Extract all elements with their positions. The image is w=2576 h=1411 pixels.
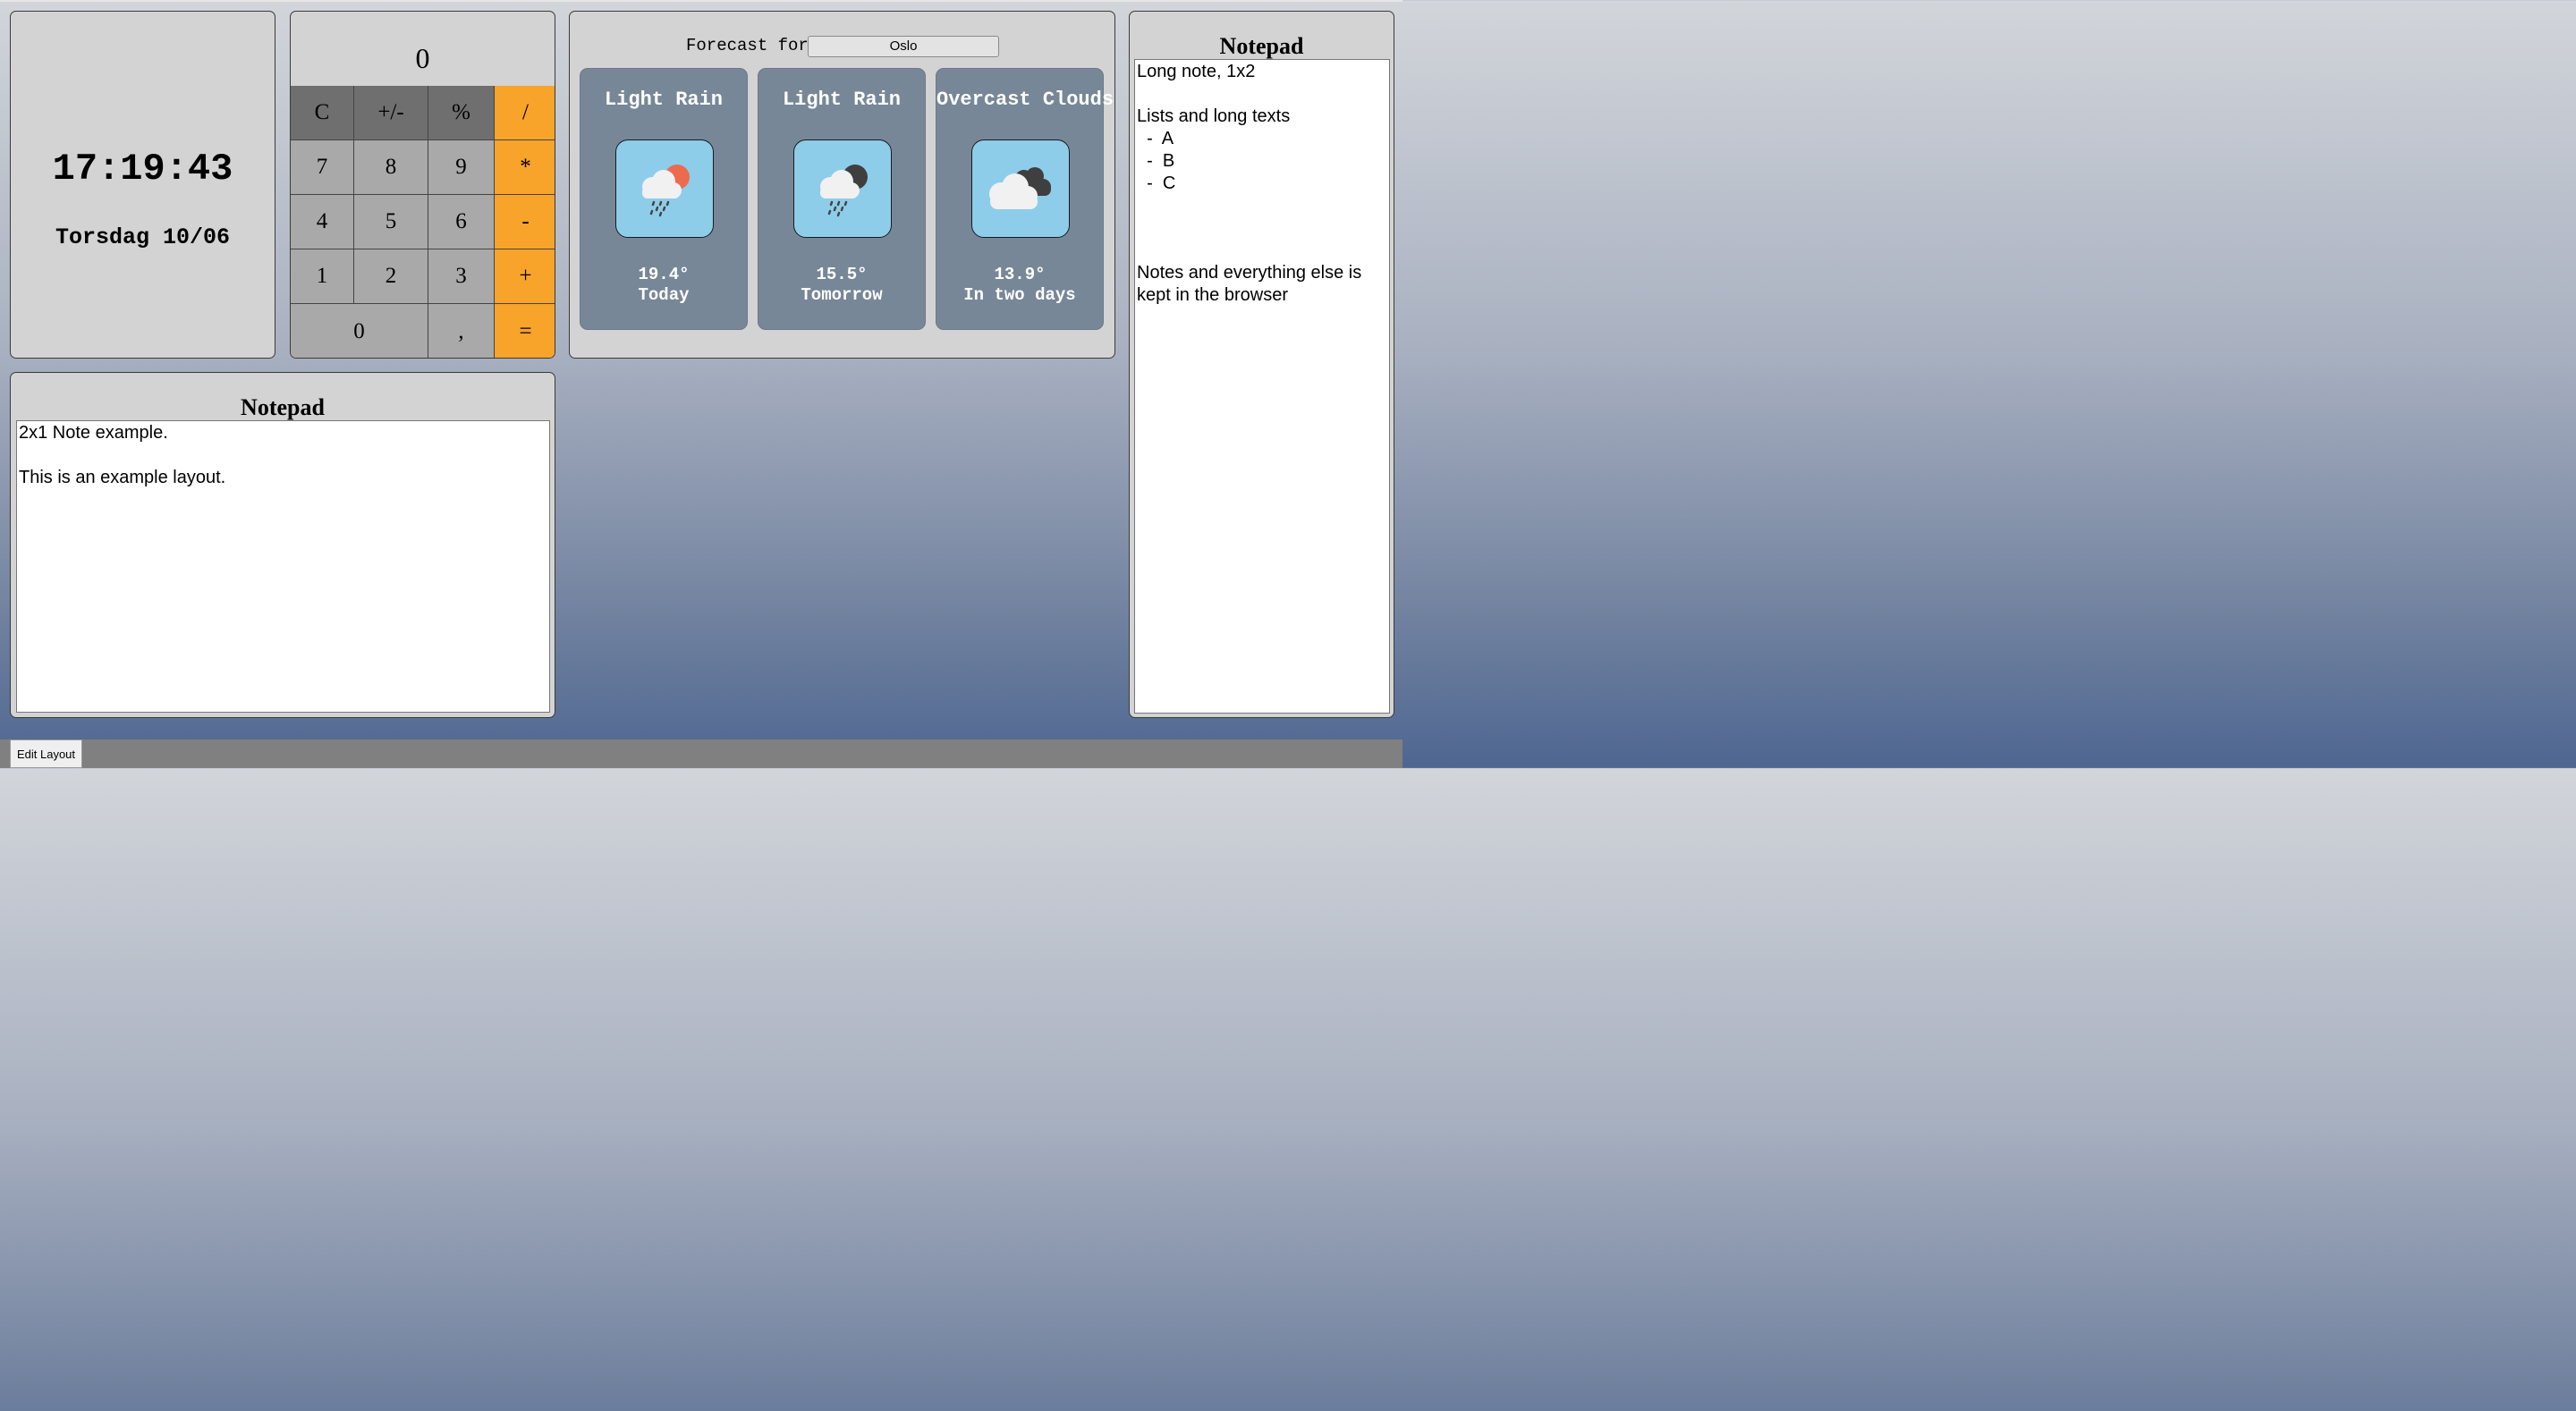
forecast-day-today: Light Rain 19.4° Today <box>580 68 748 330</box>
forecast-temperature: 15.5° <box>816 265 868 284</box>
calc-key-digit-6[interactable]: 6 <box>428 195 495 249</box>
rain-cloud-moon-icon <box>793 139 892 238</box>
notepad-title: Notepad <box>241 394 325 420</box>
calc-key-percent[interactable]: % <box>428 86 495 140</box>
forecast-day-label: In two days <box>963 285 1076 305</box>
rain-cloud-sun-icon <box>615 139 714 238</box>
calc-key-multiply[interactable]: * <box>495 140 555 195</box>
calc-key-digit-9[interactable]: 9 <box>428 140 495 195</box>
calc-key-divide[interactable]: / <box>495 86 555 140</box>
calc-key-decimal[interactable]: , <box>428 304 495 358</box>
top-edge <box>0 0 1402 2</box>
calc-key-digit-1[interactable]: 1 <box>291 249 354 304</box>
clock-widget: 17:19:43 Torsdag 10/06 <box>10 11 275 359</box>
notepad-widget-tall: Notepad Long note, 1x2 Lists and long te… <box>1129 11 1394 718</box>
calc-key-equals[interactable]: = <box>495 304 555 358</box>
location-input[interactable]: Oslo <box>808 36 999 57</box>
calc-key-digit-0[interactable]: 0 <box>291 304 428 358</box>
calc-key-digit-7[interactable]: 7 <box>291 140 354 195</box>
notepad-textarea[interactable]: 2x1 Note example. This is an example lay… <box>16 420 550 713</box>
calc-key-subtract[interactable]: - <box>495 195 555 249</box>
notepad-title: Notepad <box>1219 33 1304 59</box>
calculator-display: 0 <box>415 42 430 74</box>
forecast-description: Light Rain <box>782 89 902 111</box>
calc-key-negate[interactable]: +/- <box>354 86 428 140</box>
forecast-day-in-two-days: Overcast Clouds 13.9° In two days <box>936 68 1114 330</box>
notepad-widget-wide: Notepad 2x1 Note example. This is an exa… <box>10 372 555 718</box>
forecast-temperature: 19.4° <box>638 265 690 284</box>
forecast-description: Light Rain <box>604 89 724 111</box>
calc-key-clear[interactable]: C <box>291 86 354 140</box>
forecast-description: Overcast Clouds <box>936 89 1114 111</box>
calc-key-digit-2[interactable]: 2 <box>354 249 428 304</box>
clock-time: 17:19:43 <box>52 148 233 190</box>
calc-key-digit-3[interactable]: 3 <box>428 249 495 304</box>
weather-widget: Forecast for Oslo Light Rain 19.4° Today… <box>569 11 1115 359</box>
forecast-label: Forecast for <box>686 36 809 55</box>
clock-date: Torsdag 10/06 <box>55 224 231 250</box>
edit-layout-button[interactable]: Edit Layout <box>10 739 82 768</box>
forecast-temperature: 13.9° <box>994 265 1046 284</box>
calc-key-digit-8[interactable]: 8 <box>354 140 428 195</box>
calc-key-digit-5[interactable]: 5 <box>354 195 428 249</box>
calc-key-add[interactable]: + <box>495 249 555 304</box>
forecast-day-label: Tomorrow <box>801 285 883 305</box>
calculator-widget: 0 C +/-%/ 7 8 9 * 4 5 6- 1 2 3 +0, = <box>290 11 555 359</box>
bottom-toolbar <box>0 739 1402 768</box>
forecast-day-tomorrow: Light Rain 15.5° Tomorrow <box>758 68 926 330</box>
calculator-keypad: C +/-%/ 7 8 9 * 4 5 6- 1 2 3 +0, = <box>291 86 555 358</box>
forecast-day-label: Today <box>638 285 690 305</box>
overcast-clouds-icon <box>971 139 1070 238</box>
calc-key-digit-4[interactable]: 4 <box>291 195 354 249</box>
notepad-textarea[interactable]: Long note, 1x2 Lists and long texts - A … <box>1134 59 1390 714</box>
